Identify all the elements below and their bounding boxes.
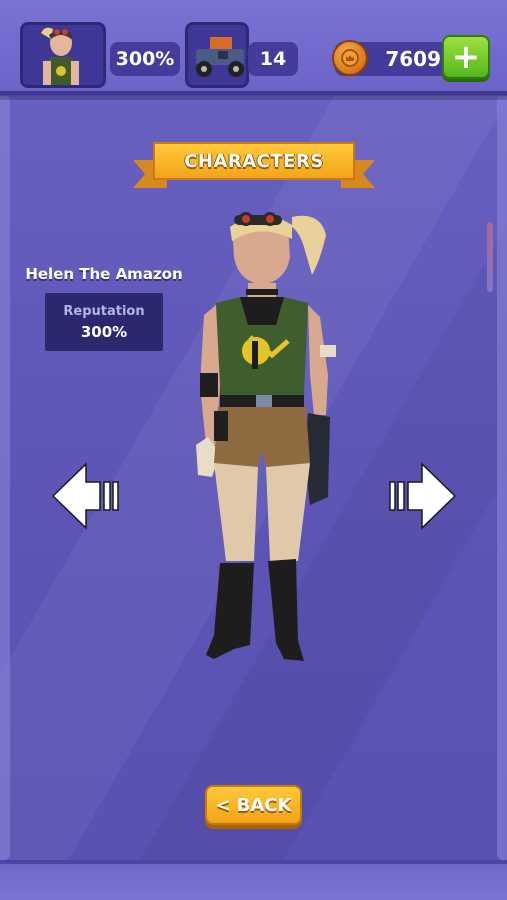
next-character-button[interactable] (388, 460, 458, 532)
reputation-label: Reputation (63, 303, 145, 319)
side-decoration (487, 222, 493, 292)
back-label: BACK (236, 794, 292, 816)
reputation-card: Reputation 300% (45, 293, 163, 351)
character-name: Helen The Amazon (25, 265, 183, 283)
title-banner: CHARACTERS (133, 142, 375, 188)
character-model (180, 205, 340, 675)
reputation-stat: 300% (110, 42, 180, 76)
car-portrait[interactable] (185, 22, 249, 88)
character-figure-illustration (196, 212, 336, 661)
chevron-left-icon: < (215, 794, 231, 816)
character-avatar-icon (23, 25, 103, 85)
bottom-frame (0, 860, 507, 900)
top-hud: 300% 14 7609 + (0, 0, 507, 101)
arrow-left-icon (51, 462, 119, 530)
add-coins-button[interactable]: + (442, 35, 490, 79)
arrow-right-icon (389, 462, 457, 530)
frame-left-edge (0, 95, 10, 860)
reputation-value: 300% (80, 322, 128, 341)
page-title: CHARACTERS (153, 142, 355, 180)
car-icon (188, 25, 246, 85)
frame-right-edge (497, 95, 507, 860)
previous-character-button[interactable] (50, 460, 120, 532)
character-portrait[interactable] (20, 22, 106, 88)
plus-icon: + (451, 37, 481, 77)
car-count-stat: 14 (248, 42, 298, 76)
crown-coin-icon (332, 40, 368, 76)
back-button[interactable]: < BACK (205, 785, 302, 825)
coin-amount: 7609 (385, 47, 441, 71)
